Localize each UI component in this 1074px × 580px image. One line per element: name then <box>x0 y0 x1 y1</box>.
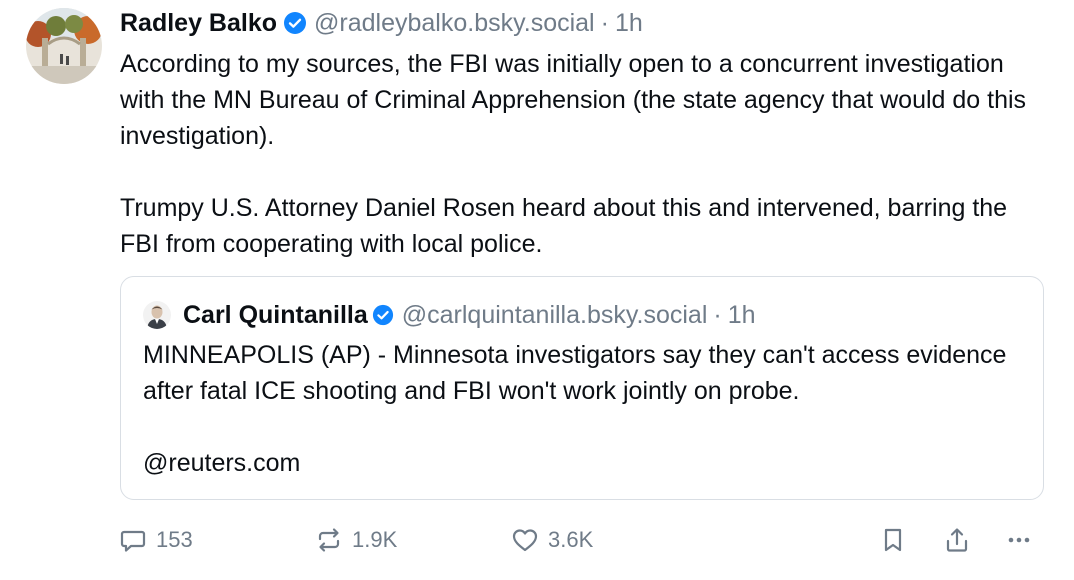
quoted-paragraph: MINNEAPOLIS (AP) - Minnesota investigato… <box>143 341 1007 405</box>
post-header: Radley Balko @radleybalko.bsky.social · … <box>120 6 643 40</box>
quoted-post-text: MINNEAPOLIS (AP) - Minnesota investigato… <box>143 337 1023 481</box>
post-paragraph: According to my sources, the FBI was ini… <box>120 50 1027 150</box>
more-options-button[interactable] <box>1004 520 1034 560</box>
repost-button[interactable]: 1.9K <box>314 520 397 560</box>
verified-check-icon <box>372 304 394 326</box>
author-handle[interactable]: @radleybalko.bsky.social <box>314 9 595 38</box>
repost-icon <box>318 528 340 552</box>
author-avatar[interactable] <box>26 8 102 84</box>
like-button[interactable]: 3.6K <box>510 520 593 560</box>
quoted-post-card[interactable]: Carl Quintanilla @carlquintanilla.bsky.s… <box>120 276 1044 500</box>
like-count: 3.6K <box>548 527 594 552</box>
quoted-post-timestamp[interactable]: 1h <box>728 301 756 330</box>
quoted-author-handle[interactable]: @carlquintanilla.bsky.social <box>402 301 708 330</box>
quoted-post-header: Carl Quintanilla @carlquintanilla.bsky.s… <box>143 297 756 333</box>
person-portrait-icon <box>143 301 171 329</box>
share-button[interactable] <box>942 520 972 560</box>
reply-count: 153 <box>156 527 193 552</box>
quoted-link-text[interactable]: @reuters.com <box>143 445 1023 481</box>
reply-icon <box>120 530 146 552</box>
ellipsis-icon <box>1008 537 1030 543</box>
repost-count: 1.9K <box>352 527 398 552</box>
bookmark-button[interactable] <box>878 520 908 560</box>
header-separator: · <box>600 8 609 37</box>
quoted-header-separator: · <box>713 300 722 329</box>
post-text: According to my sources, the FBI was ini… <box>120 46 1040 262</box>
post-timestamp[interactable]: 1h <box>615 9 643 38</box>
quoted-author-avatar <box>143 301 171 329</box>
share-icon <box>946 528 968 552</box>
post-paragraph: Trumpy U.S. Attorney Daniel Rosen heard … <box>120 194 1008 258</box>
heart-icon <box>512 529 538 552</box>
verified-check-icon <box>283 11 307 35</box>
author-name[interactable]: Radley Balko <box>120 9 277 38</box>
quoted-author-name[interactable]: Carl Quintanilla <box>183 301 368 330</box>
bookmark-icon <box>884 528 902 552</box>
campus-gate-photo-icon <box>26 8 102 84</box>
reply-button[interactable]: 153 <box>118 520 193 560</box>
post-action-bar: 153 1.9K 3.6K <box>118 520 1048 560</box>
